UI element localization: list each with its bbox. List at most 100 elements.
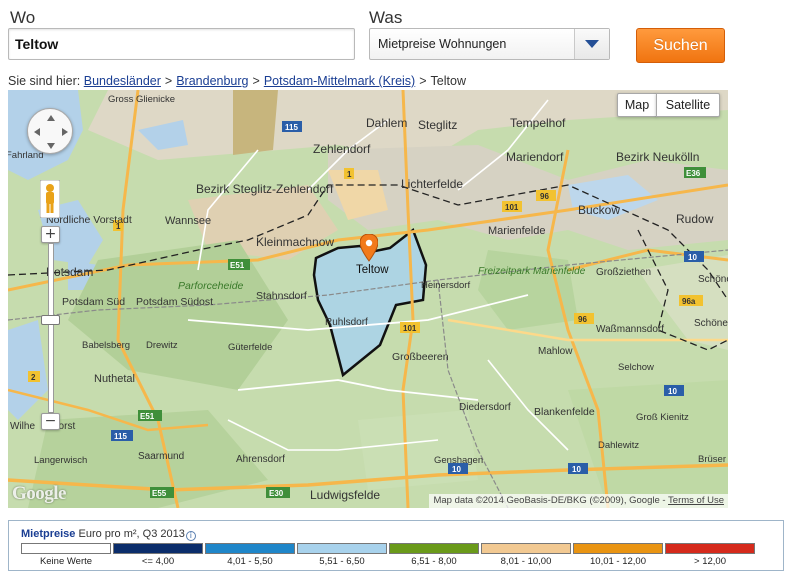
select-arrow-button[interactable] (574, 29, 609, 59)
location-marker-icon[interactable] (360, 234, 378, 262)
road-shield-label: 1 (347, 170, 352, 179)
place-label: Diedersdorf (459, 402, 511, 413)
street-view-pegman-icon[interactable] (40, 180, 60, 218)
legend-swatch (665, 543, 755, 554)
zoom-in-button[interactable]: + (41, 226, 60, 243)
legend-item: 10,01 - 12,00 (573, 543, 663, 567)
place-label: Selchow (618, 362, 654, 373)
road-shield-label: 10 (452, 465, 461, 474)
pan-control[interactable] (27, 108, 73, 154)
map-attribution: Map data ©2014 GeoBasis-DE/BKG (©2009), … (429, 494, 728, 508)
legend-swatch (481, 543, 571, 554)
place-label: Stahnsdorf (256, 290, 307, 302)
price-legend: Mietpreise Euro pro m², Q3 2013 i Keine W… (8, 520, 784, 571)
place-label: Steglitz (418, 118, 457, 132)
place-label: Potsdam Südost (136, 296, 213, 308)
place-label: Rudow (676, 212, 714, 226)
breadcrumb-link-kreis[interactable]: Potsdam-Mittelmark (Kreis) (264, 74, 415, 88)
place-label: Schöne (698, 274, 728, 285)
place-label: Dahlewitz (598, 440, 639, 451)
terms-of-use-link[interactable]: Terms of Use (668, 495, 724, 506)
where-input[interactable] (8, 28, 355, 60)
road-shield-label: E51 (230, 261, 245, 270)
legend-label: > 12,00 (694, 556, 726, 567)
legend-label: 10,01 - 12,00 (590, 556, 646, 567)
what-label: Was (369, 8, 403, 27)
place-label: Babelsberg (82, 340, 130, 351)
legend-swatch (573, 543, 663, 554)
road-shield-label: 96 (540, 192, 549, 201)
breadcrumb-prefix: Sie sind hier: (8, 74, 81, 88)
place-label: Güterfelde (228, 342, 272, 353)
chevron-down-icon (585, 40, 599, 48)
place-label: Drewitz (146, 340, 178, 351)
road-shield-label: E51 (140, 412, 155, 421)
legend-item: Keine Werte (21, 543, 111, 567)
zoom-out-button[interactable]: − (41, 413, 60, 430)
place-label: Nuthetal (94, 373, 135, 385)
search-button[interactable]: Suchen (636, 28, 725, 63)
place-label: Bezirk Neukölln (616, 150, 699, 164)
map-canvas[interactable]: Gross Glienicke Dahlem Steglitz Tempelho… (8, 90, 728, 508)
place-label: Dahlem (366, 116, 407, 130)
place-label: Heinersdorf (421, 280, 470, 291)
breadcrumb: Sie sind hier: Bundesländer > Brandenburg >… (8, 74, 466, 88)
road-shield-label: 101 (403, 324, 417, 333)
place-label: Ruhlsdorf (325, 317, 368, 328)
legend-header: Mietpreise Euro pro m², Q3 2013 i (21, 528, 196, 541)
legend-label: 6,51 - 8,00 (411, 556, 457, 567)
zoom-slider-track[interactable] (48, 243, 54, 413)
map-type-map-button[interactable]: Map (617, 93, 657, 117)
road-shield-label: E55 (152, 489, 167, 498)
legend-item: 4,01 - 5,50 (205, 543, 295, 567)
place-label: Brüser (698, 454, 726, 465)
place-label: Tempelhof (510, 116, 566, 130)
road-shield-label: 101 (505, 203, 519, 212)
legend-item: 6,51 - 8,00 (389, 543, 479, 567)
place-label: Buckow (578, 203, 620, 217)
road-shield-label: 10 (688, 253, 697, 262)
legend-label: <= 4,00 (141, 556, 175, 567)
pan-arrows-icon (34, 115, 68, 149)
info-icon[interactable]: i (185, 531, 196, 541)
legend-label: 4,01 - 5,50 (227, 556, 273, 567)
map-label-layer: Gross Glienicke Dahlem Steglitz Tempelho… (8, 94, 728, 502)
place-label: Großziethen (596, 267, 651, 278)
road-shield-label: 96 (578, 315, 587, 324)
legend-item: 8,01 - 10,00 (481, 543, 571, 567)
legend-item: > 12,00 (665, 543, 755, 567)
legend-label: 5,51 - 6,50 (319, 556, 365, 567)
road-shield-label: 10 (668, 387, 677, 396)
place-label: Lichterfelde (401, 177, 463, 191)
place-label: Wannsee (165, 215, 211, 227)
breadcrumb-link-bundeslaender[interactable]: Bundesländer (84, 74, 161, 88)
legend-subtitle: Euro pro m², Q3 2013 (78, 528, 185, 540)
legend-swatch (21, 543, 111, 554)
place-label: Blankenfelde (534, 406, 595, 418)
where-label: Wo (10, 8, 36, 27)
place-label: Freizeitpark Marienfelde (478, 266, 586, 277)
place-label: Kleinmachnow (256, 235, 334, 249)
legend-label: Keine Werte (39, 556, 93, 567)
place-label: Schönef (694, 318, 728, 329)
breadcrumb-link-brandenburg[interactable]: Brandenburg (176, 74, 248, 88)
legend-swatch (113, 543, 203, 554)
legend-title: Mietpreise (21, 528, 76, 540)
breadcrumb-current: Teltow (430, 74, 466, 88)
place-label: Teltow (356, 264, 389, 276)
map-type-satellite-button[interactable]: Satellite (656, 93, 720, 117)
place-label: Großbeeren (392, 351, 449, 363)
legend-item: 5,51 - 6,50 (297, 543, 387, 567)
place-label: Potsdam Süd (62, 296, 125, 308)
legend-swatch (205, 543, 295, 554)
road-shield-label: 96a (682, 297, 696, 306)
breadcrumb-separator: > (419, 74, 427, 88)
what-select[interactable]: Mietpreise Wohnungen (369, 28, 610, 60)
road-shield-label: 1 (116, 222, 121, 231)
zoom-slider-handle[interactable] (41, 315, 60, 325)
attribution-text: Map data ©2014 GeoBasis-DE/BKG (©2009), … (433, 495, 669, 506)
road-shield-label: E36 (686, 169, 701, 178)
place-label: Bezirk Steglitz-Zehlendorf (196, 182, 334, 196)
road-shield-label: 2 (31, 373, 36, 382)
road-shield-label: 115 (285, 123, 298, 132)
